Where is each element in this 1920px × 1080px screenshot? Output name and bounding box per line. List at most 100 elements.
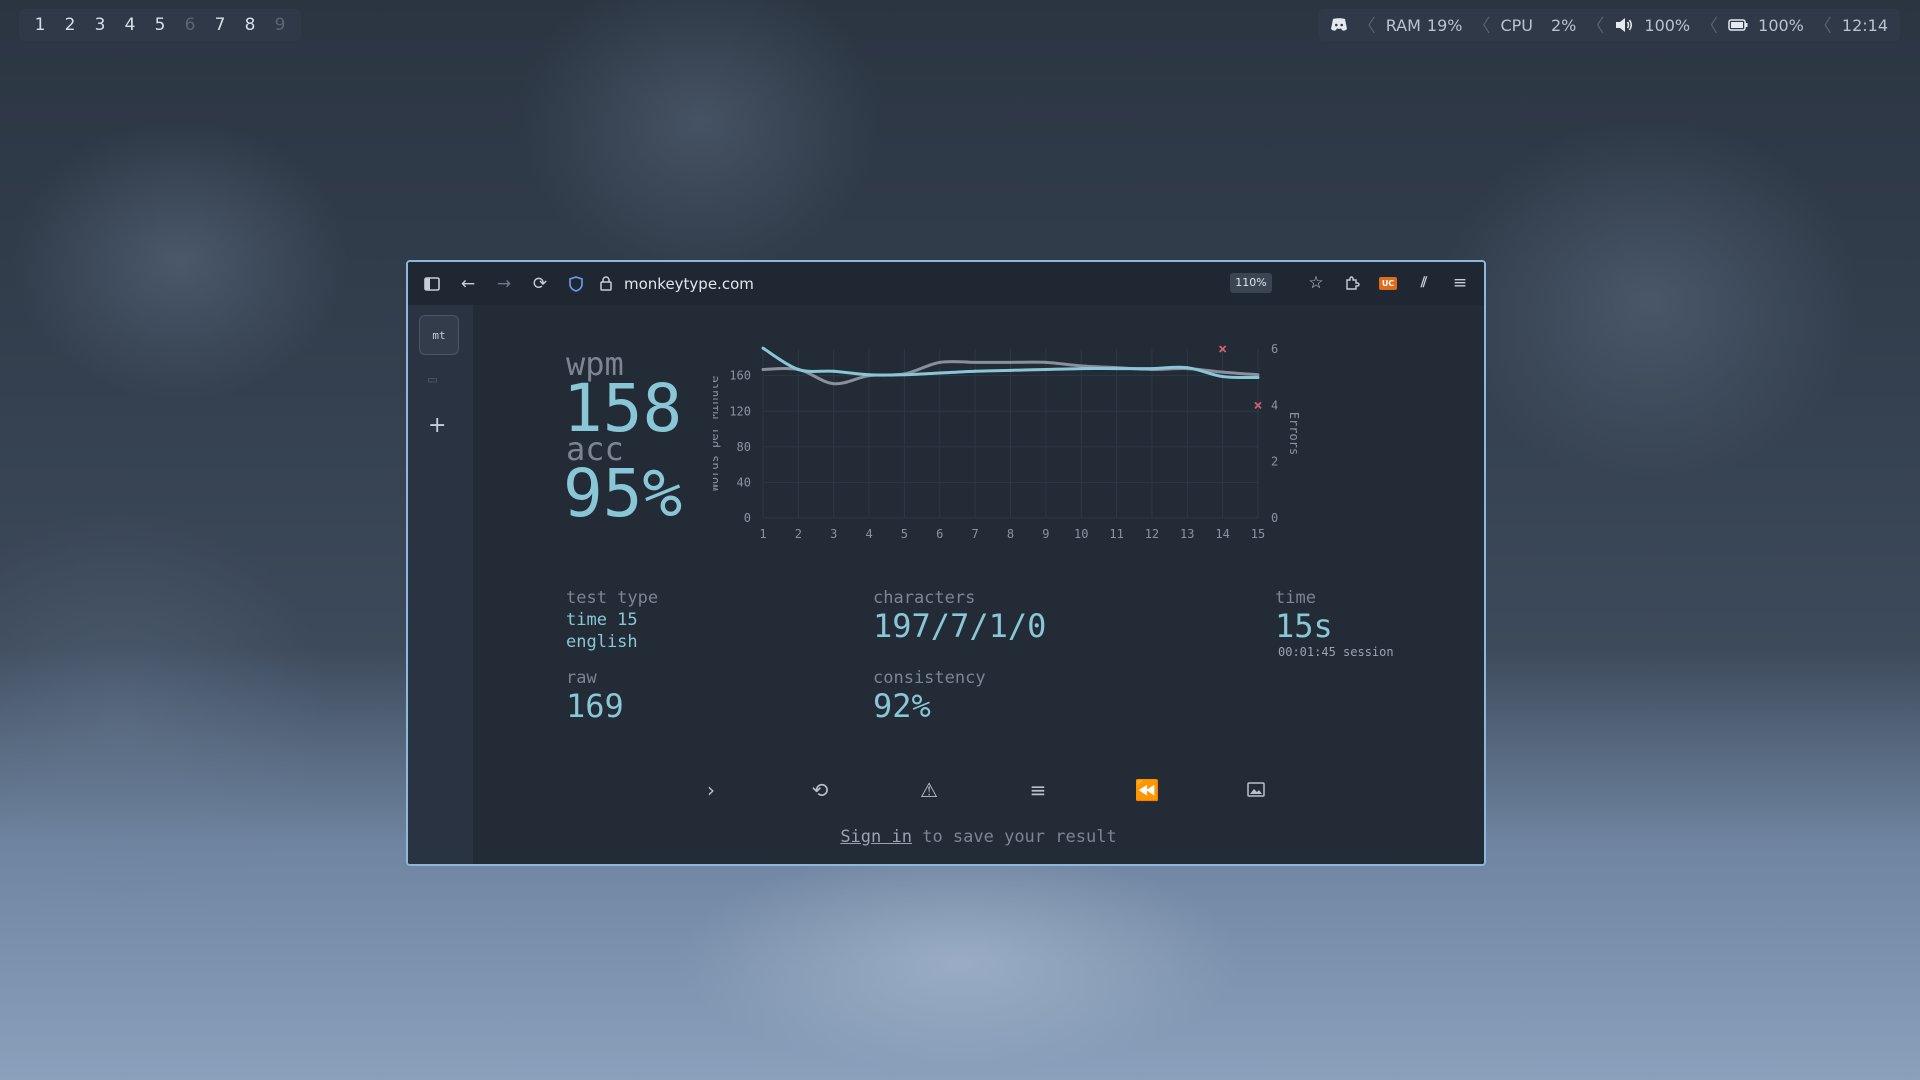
workspace-8[interactable]: 8 bbox=[235, 15, 265, 35]
speaker-icon[interactable] bbox=[1614, 17, 1634, 33]
clock: 12:14 bbox=[1841, 15, 1888, 35]
battery-value: 100% bbox=[1758, 15, 1804, 35]
data-point-wpm bbox=[1115, 367, 1119, 371]
volume-value: 100% bbox=[1644, 15, 1691, 35]
forward-arrow-icon[interactable]: → bbox=[486, 269, 522, 299]
extensions-puzzle-icon[interactable] bbox=[1334, 268, 1370, 298]
bookmark-star-icon[interactable]: ☆ bbox=[1298, 268, 1334, 298]
data-point-raw bbox=[1079, 364, 1083, 368]
y-tick-label: 120 bbox=[729, 404, 751, 418]
data-point-raw bbox=[973, 360, 977, 364]
cpu-label: CPU bbox=[1500, 15, 1533, 35]
y2-tick-label: 6 bbox=[1271, 343, 1278, 356]
zoom-indicator[interactable]: 110% bbox=[1230, 273, 1272, 293]
x-tick-label: 5 bbox=[901, 527, 908, 541]
workspace-4[interactable]: 4 bbox=[115, 15, 145, 35]
monkeytype-result: wpm 158 acc 95% 1 2 3 4 5 6 7 8 9 10 11 12 13 14 15 0 40… bbox=[473, 305, 1484, 864]
data-point-raw bbox=[1009, 360, 1012, 364]
next-test-button[interactable]: › bbox=[696, 775, 726, 805]
back-arrow-icon[interactable]: ← bbox=[450, 269, 486, 299]
workspace-1[interactable]: 1 bbox=[25, 15, 55, 35]
x-tick-label: 11 bbox=[1109, 527, 1123, 541]
discord-icon[interactable] bbox=[1330, 18, 1348, 32]
menu-icon[interactable]: ≡ bbox=[1442, 268, 1478, 298]
data-point-wpm bbox=[761, 346, 765, 350]
test-type-language: english bbox=[566, 632, 638, 652]
data-point-raw bbox=[761, 367, 765, 371]
data-point-wpm bbox=[1221, 375, 1225, 379]
separator: 〈 bbox=[1700, 16, 1719, 37]
browser-sidebar: mt ▭ + » bbox=[408, 305, 473, 864]
consistency-value: 92% bbox=[873, 687, 931, 725]
screenshot-image-button[interactable] bbox=[1241, 775, 1271, 805]
sidebar-toggle-icon[interactable] bbox=[414, 269, 450, 299]
workspace-9[interactable]: 9 bbox=[265, 15, 295, 35]
signin-prompt: Sign in to save your result bbox=[473, 827, 1484, 847]
y2-tick-label: 4 bbox=[1271, 398, 1278, 412]
workspace-2[interactable]: 2 bbox=[55, 15, 85, 35]
test-type-mode: time 15 bbox=[566, 610, 638, 630]
x-tick-label: 12 bbox=[1145, 527, 1159, 541]
test-type-label: test type bbox=[566, 588, 659, 608]
x-tick-label: 8 bbox=[1007, 527, 1014, 541]
workspace-5[interactable]: 5 bbox=[145, 15, 175, 35]
data-point-wpm bbox=[1079, 367, 1083, 371]
data-point-wpm bbox=[1256, 375, 1260, 379]
consistency-label: consistency bbox=[873, 668, 986, 688]
extension-icon[interactable]: ⫽ bbox=[1406, 268, 1442, 298]
reload-icon[interactable]: ⟳ bbox=[522, 269, 558, 299]
wpm-chart: 1 2 3 4 5 6 7 8 9 10 11 12 13 14 15040801201600246Word… bbox=[713, 343, 1301, 541]
x-tick-label: 7 bbox=[972, 527, 979, 541]
ublock-badge: UC bbox=[1379, 276, 1397, 290]
browser-window: ← → ⟳ monkeytype.com 110% ☆ UC ⫽ ≡ mt ▭ … bbox=[406, 260, 1486, 866]
session-time: 00:01:45 session bbox=[1278, 645, 1394, 659]
y-axis-title: Words per Minute bbox=[713, 376, 721, 492]
battery-icon bbox=[1728, 19, 1748, 31]
y-tick-label: 0 bbox=[744, 511, 751, 525]
monkeytype-tab-icon[interactable]: mt bbox=[419, 315, 459, 355]
cpu-value: 2% bbox=[1551, 15, 1577, 35]
data-point-wpm bbox=[1044, 367, 1048, 371]
new-tab-plus-icon[interactable]: + bbox=[428, 413, 446, 438]
separator: 〈 bbox=[1357, 16, 1376, 37]
data-point-wpm bbox=[1009, 368, 1012, 372]
report-warning-button[interactable]: ⚠ bbox=[914, 775, 944, 805]
replay-button[interactable]: ⏪ bbox=[1132, 775, 1162, 805]
data-point-wpm bbox=[1185, 366, 1189, 370]
y2-tick-label: 0 bbox=[1271, 511, 1278, 525]
characters-label: characters bbox=[873, 588, 976, 608]
characters-value: 197/7/1/0 bbox=[873, 607, 1047, 645]
data-point-wpm bbox=[796, 367, 800, 371]
workspace-6[interactable]: 6 bbox=[175, 15, 205, 35]
raw-value: 169 bbox=[566, 687, 624, 725]
tab-icon[interactable]: ▭ bbox=[428, 370, 437, 388]
lock-icon[interactable] bbox=[594, 269, 618, 299]
data-point-raw bbox=[1256, 373, 1260, 377]
workspace-switcher: 123456789 bbox=[19, 9, 301, 41]
words-history-button[interactable]: ≡ bbox=[1023, 775, 1053, 805]
data-point-wpm bbox=[867, 373, 871, 377]
x-tick-label: 3 bbox=[830, 527, 837, 541]
x-tick-label: 15 bbox=[1251, 527, 1265, 541]
x-tick-label: 2 bbox=[795, 527, 802, 541]
signin-link[interactable]: Sign in bbox=[840, 827, 912, 847]
workspace-3[interactable]: 3 bbox=[85, 15, 115, 35]
ublock-icon[interactable]: UC bbox=[1370, 268, 1406, 298]
x-tick-label: 10 bbox=[1074, 527, 1088, 541]
data-point-wpm bbox=[973, 369, 977, 373]
browser-toolbar: ← → ⟳ monkeytype.com 110% ☆ UC ⫽ ≡ bbox=[408, 262, 1484, 305]
y-tick-label: 40 bbox=[737, 475, 751, 489]
url-bar[interactable]: monkeytype.com bbox=[624, 275, 754, 293]
toolbar-actions: ☆ UC ⫽ ≡ bbox=[1298, 268, 1478, 298]
separator: 〈 bbox=[1813, 16, 1832, 37]
y2-tick-label: 2 bbox=[1271, 455, 1278, 469]
separator: 〈 bbox=[1586, 16, 1605, 37]
signin-text: to save your result bbox=[911, 827, 1117, 847]
x-tick-label: 9 bbox=[1042, 527, 1049, 541]
ram-label: RAM bbox=[1385, 15, 1421, 35]
status-bar: 〈 RAM 19% 〈 CPU 2% 〈 100% 〈 100% 〈 12:14 bbox=[1317, 9, 1900, 41]
restart-test-button[interactable]: ⟲ bbox=[805, 775, 835, 805]
shield-icon[interactable] bbox=[558, 269, 594, 299]
y-tick-label: 160 bbox=[729, 369, 751, 383]
workspace-7[interactable]: 7 bbox=[205, 15, 235, 35]
